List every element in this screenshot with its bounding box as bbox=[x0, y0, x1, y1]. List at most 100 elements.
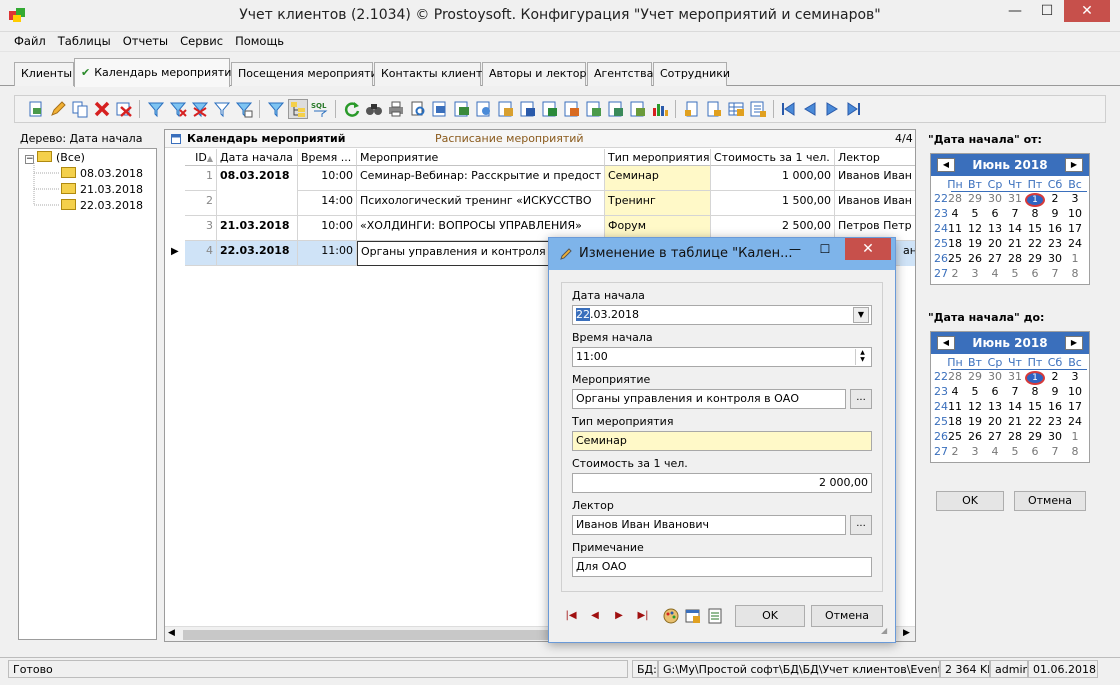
dialog-close-button[interactable]: ✕ bbox=[845, 238, 891, 260]
calendar-day[interactable]: 9 bbox=[1045, 207, 1065, 220]
table-cell-event[interactable]: Психологический тренинг «ИСКУССТВО bbox=[357, 191, 605, 216]
table-cell-date[interactable]: 22.03.2018 bbox=[217, 241, 298, 266]
next-month-button[interactable]: ▶ bbox=[1065, 158, 1083, 172]
calendar-day[interactable]: 4 bbox=[985, 445, 1005, 458]
calendar-day[interactable]: 11 bbox=[945, 400, 965, 413]
dialog-cancel-button[interactable]: Отмена bbox=[811, 605, 883, 627]
search-icon[interactable] bbox=[365, 100, 383, 118]
calendar-day[interactable]: 1 bbox=[1025, 193, 1045, 207]
calendar-day[interactable]: 6 bbox=[985, 385, 1005, 398]
edit-icon[interactable] bbox=[49, 100, 67, 118]
export-excel-icon[interactable] bbox=[541, 100, 559, 118]
calendar-day[interactable]: 3 bbox=[1065, 192, 1085, 205]
calendar-day[interactable]: 5 bbox=[965, 385, 985, 398]
calendar-day[interactable]: 3 bbox=[965, 445, 985, 458]
calendar-day[interactable]: 2 bbox=[945, 445, 965, 458]
filter-field-icon[interactable] bbox=[235, 100, 253, 118]
tab-agencies[interactable]: Агентства bbox=[587, 62, 653, 86]
calendar-day[interactable]: 8 bbox=[1065, 267, 1085, 280]
calendar-day[interactable]: 12 bbox=[965, 222, 985, 235]
calendar-day[interactable]: 7 bbox=[1045, 445, 1065, 458]
table-cell-cost[interactable]: 1 500,00 bbox=[711, 191, 835, 216]
print-icon[interactable] bbox=[387, 100, 405, 118]
column-header-lector[interactable]: Лектор bbox=[835, 149, 915, 166]
scroll-right-icon[interactable]: ▶ bbox=[903, 628, 910, 638]
column-header-start-date[interactable]: Дата начала bbox=[217, 149, 298, 166]
form-print-icon[interactable] bbox=[707, 608, 723, 624]
table-row-id[interactable]: 4 bbox=[185, 241, 217, 266]
calendar-day[interactable]: 23 bbox=[1045, 237, 1065, 250]
table-row-id[interactable]: 2 bbox=[185, 191, 217, 216]
table-cell-type[interactable]: Семинар bbox=[605, 166, 711, 191]
calendar-day[interactable]: 24 bbox=[1065, 415, 1085, 428]
refresh-icon[interactable] bbox=[343, 100, 361, 118]
last-record-icon[interactable]: ▶| bbox=[635, 608, 651, 624]
export-csv-icon[interactable] bbox=[563, 100, 581, 118]
calendar-day[interactable]: 19 bbox=[965, 415, 985, 428]
calendar-day[interactable]: 2 bbox=[945, 267, 965, 280]
spinner-icon[interactable]: ▲ ▼ bbox=[855, 349, 869, 365]
calendar-day[interactable]: 16 bbox=[1045, 400, 1065, 413]
calendar-day[interactable]: 5 bbox=[965, 207, 985, 220]
dialog-ok-button[interactable]: OK bbox=[735, 605, 805, 627]
calendar-day[interactable]: 17 bbox=[1065, 400, 1085, 413]
menu-tables[interactable]: Таблицы bbox=[52, 32, 117, 50]
table-settings-icon[interactable] bbox=[727, 100, 745, 118]
filter-clear-icon[interactable] bbox=[191, 100, 209, 118]
calendar-day[interactable]: 25 bbox=[945, 430, 965, 443]
calendar-day[interactable]: 8 bbox=[1025, 207, 1045, 220]
table-cell-time[interactable]: 10:00 bbox=[298, 166, 357, 191]
tab-event-visits[interactable]: Посещения мероприятий bbox=[231, 62, 385, 86]
table-cell-date[interactable]: 21.03.2018 bbox=[217, 216, 298, 241]
table-row-id[interactable]: 3 bbox=[185, 216, 217, 241]
menu-help[interactable]: Помощь bbox=[229, 32, 290, 50]
export-txt-icon[interactable] bbox=[585, 100, 603, 118]
previous-record-icon[interactable] bbox=[801, 100, 819, 118]
tab-client-contacts[interactable]: Контакты клиента bbox=[374, 62, 489, 86]
calendar-day[interactable]: 7 bbox=[1005, 207, 1025, 220]
calendar-day[interactable]: 28 bbox=[1005, 430, 1025, 443]
event-field[interactable]: Органы управления и контроля в ОАО bbox=[572, 389, 846, 409]
column-settings-icon[interactable] bbox=[749, 100, 767, 118]
column-header-start-time[interactable]: Время ... bbox=[298, 149, 357, 166]
calendar-day[interactable]: 18 bbox=[945, 415, 965, 428]
export-xml-icon[interactable] bbox=[497, 100, 515, 118]
new-record-icon[interactable] bbox=[27, 100, 45, 118]
calendar-day[interactable]: 30 bbox=[1045, 252, 1065, 265]
tree-node-date[interactable]: 08.03.2018 bbox=[61, 167, 143, 180]
close-button[interactable]: ✕ bbox=[1064, 0, 1110, 22]
next-record-icon[interactable]: ▶ bbox=[611, 608, 627, 624]
sql-icon[interactable]: SQL bbox=[311, 100, 329, 118]
event-lookup-button[interactable]: ... bbox=[850, 389, 872, 409]
export-word-icon[interactable] bbox=[519, 100, 537, 118]
calendar-day[interactable]: 29 bbox=[1025, 252, 1045, 265]
calendar-day[interactable]: 21 bbox=[1005, 237, 1025, 250]
calendar-day[interactable]: 7 bbox=[1045, 267, 1065, 280]
calendar-day[interactable]: 1 bbox=[1025, 371, 1045, 385]
calendar-day[interactable]: 17 bbox=[1065, 222, 1085, 235]
last-record-icon[interactable] bbox=[845, 100, 863, 118]
calendar-day[interactable]: 29 bbox=[965, 192, 985, 205]
calendar-day[interactable]: 22 bbox=[1025, 415, 1045, 428]
calendar-day[interactable]: 28 bbox=[1005, 252, 1025, 265]
calendar-day[interactable]: 4 bbox=[985, 267, 1005, 280]
import-file-icon[interactable] bbox=[705, 100, 723, 118]
prev-month-button[interactable]: ◀ bbox=[937, 336, 955, 350]
calendar-day[interactable]: 30 bbox=[985, 370, 1005, 383]
calendar-day[interactable]: 25 bbox=[945, 252, 965, 265]
import-icon[interactable] bbox=[683, 100, 701, 118]
calendar-day[interactable]: 12 bbox=[965, 400, 985, 413]
calendar-day[interactable]: 29 bbox=[965, 370, 985, 383]
calendar-day[interactable]: 21 bbox=[1005, 415, 1025, 428]
calendar-day[interactable]: 31 bbox=[1005, 192, 1025, 205]
calendar-day[interactable]: 2 bbox=[1045, 192, 1065, 205]
calendar-day[interactable]: 7 bbox=[1005, 385, 1025, 398]
event-type-field[interactable]: Семинар bbox=[572, 431, 872, 451]
calendar-day[interactable]: 18 bbox=[945, 237, 965, 250]
export-table-icon[interactable] bbox=[453, 100, 471, 118]
calendar-day[interactable]: 8 bbox=[1025, 385, 1045, 398]
table-cell-lector[interactable]: ан bbox=[900, 241, 915, 266]
table-cell-lector[interactable]: Иванов Иван bbox=[835, 166, 915, 191]
calendar-day[interactable]: 28 bbox=[945, 370, 965, 383]
calendar-day[interactable]: 26 bbox=[965, 430, 985, 443]
